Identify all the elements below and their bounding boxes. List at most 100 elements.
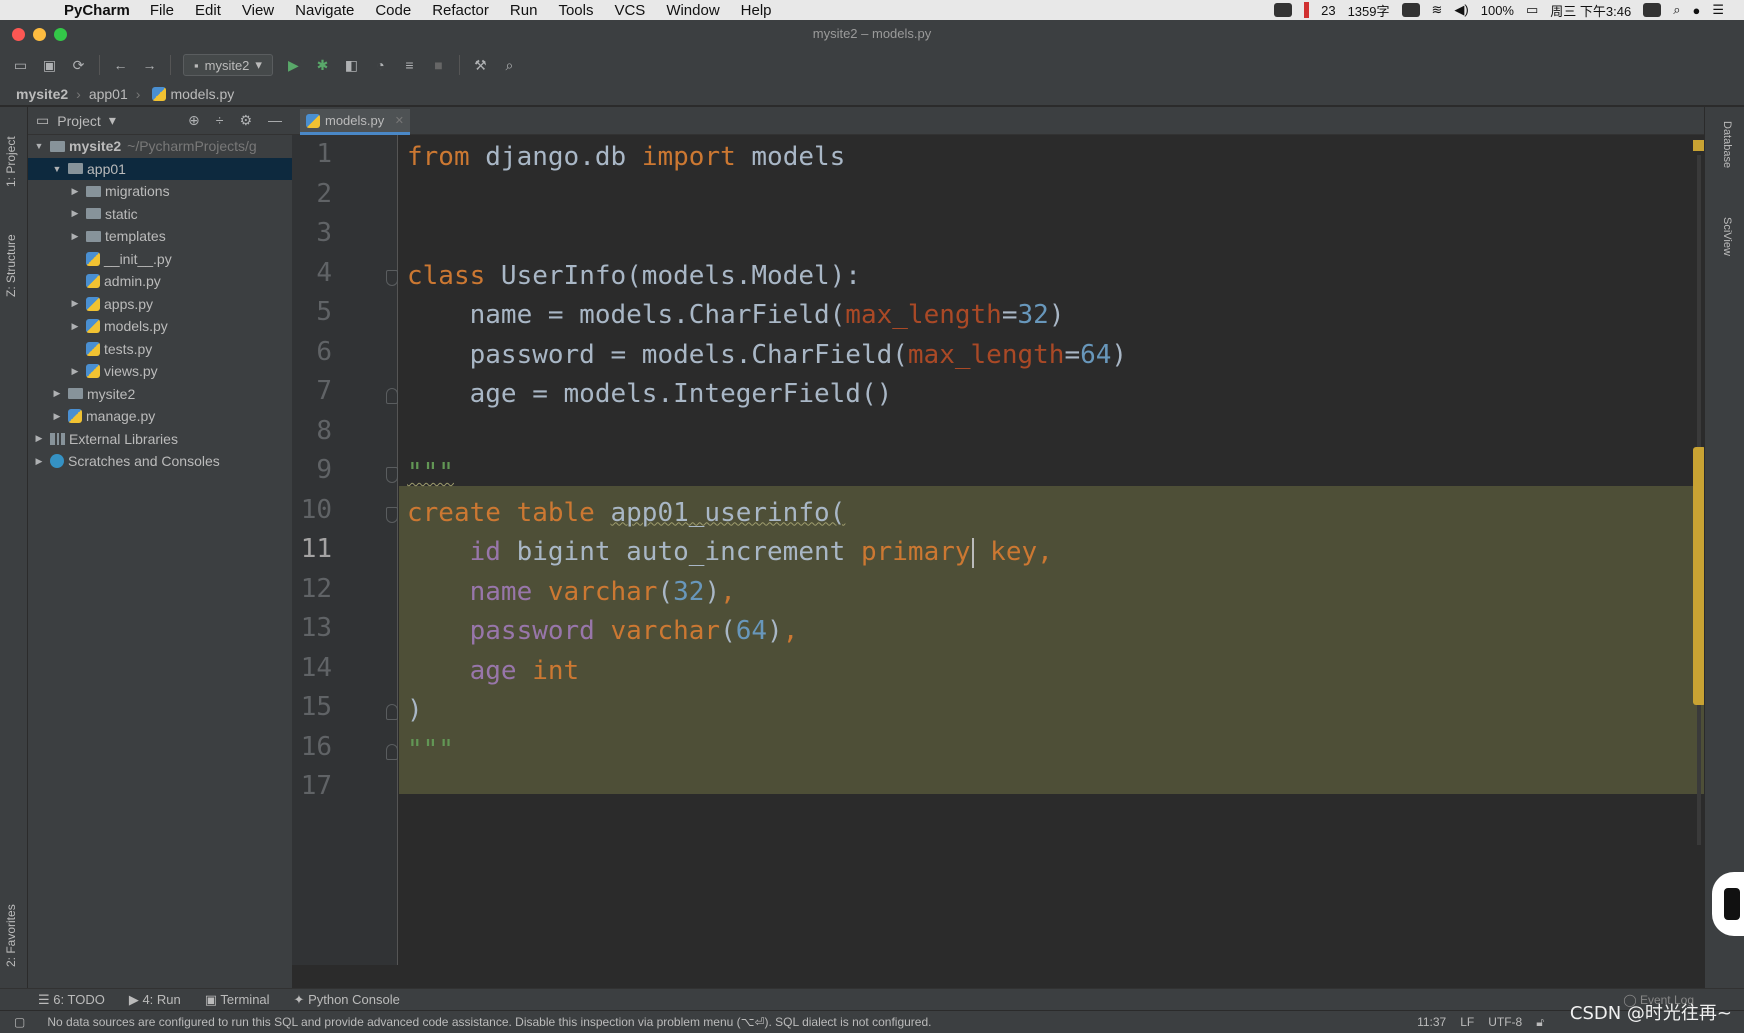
tree-item[interactable]: ▶ migrations xyxy=(28,180,292,203)
line-number[interactable]: 6 xyxy=(292,337,332,367)
tree-item[interactable]: ▶ static xyxy=(28,203,292,226)
stripe-tab-project[interactable]: 1: Project xyxy=(4,136,18,187)
menu-refactor[interactable]: Refactor xyxy=(432,2,489,19)
line-number[interactable]: 8 xyxy=(292,416,332,446)
line-number[interactable]: 13 xyxy=(292,613,332,643)
code-line[interactable]: name varchar(32), xyxy=(407,572,736,612)
code-line[interactable]: create table app01_userinfo( xyxy=(407,493,845,533)
code-line[interactable]: password = models.CharField(max_length=6… xyxy=(407,335,1127,375)
chevron-down-icon[interactable]: ▼ xyxy=(32,141,46,151)
breadcrumb-project[interactable]: mysite2 xyxy=(16,86,68,102)
chevron-right-icon[interactable]: ▶ xyxy=(68,186,82,197)
notification-center-icon[interactable]: ☰ xyxy=(1712,2,1724,18)
concurrency-icon[interactable]: ≡ xyxy=(401,57,418,74)
line-number[interactable]: 7 xyxy=(292,376,332,406)
apple-icon[interactable] xyxy=(28,1,46,19)
stop-icon[interactable]: ■ xyxy=(430,57,447,74)
tree-item[interactable]: ▶ mysite2 xyxy=(28,383,292,406)
tree-item[interactable]: ▶ Scratches and Consoles xyxy=(28,450,292,473)
menu-code[interactable]: Code xyxy=(375,2,411,19)
chevron-down-icon[interactable]: ▼ xyxy=(50,164,64,174)
project-view-select[interactable]: Project xyxy=(57,113,101,129)
forward-arrow-icon[interactable]: → xyxy=(141,57,158,74)
tree-item[interactable]: ▼ app01 xyxy=(28,157,292,180)
chevron-right-icon[interactable]: ▶ xyxy=(68,366,82,377)
back-arrow-icon[interactable]: ← xyxy=(112,57,129,74)
line-number[interactable]: 17 xyxy=(292,771,332,801)
tree-item[interactable]: tests.py xyxy=(28,338,292,361)
wrench-icon[interactable]: ⚒ xyxy=(472,57,489,74)
code-line[interactable]: age = models.IntegerField() xyxy=(407,374,893,414)
fold-marker-icon[interactable] xyxy=(386,467,398,483)
fold-marker-icon[interactable] xyxy=(386,388,398,404)
run-tool-button[interactable]: ▶ 4: Run xyxy=(129,992,181,1008)
file-encoding[interactable]: UTF-8 xyxy=(1488,1015,1522,1030)
menu-run[interactable]: Run xyxy=(510,2,538,19)
line-number[interactable]: 3 xyxy=(292,218,332,248)
chevron-right-icon[interactable]: ▶ xyxy=(32,456,46,467)
debug-icon[interactable]: ✱ xyxy=(314,57,331,74)
inspection-warning-icon[interactable] xyxy=(1693,140,1704,151)
battery-icon[interactable]: ▭ xyxy=(1526,2,1538,18)
coverage-icon[interactable]: ◧ xyxy=(343,57,360,74)
code-line[interactable]: name = models.CharField(max_length=32) xyxy=(407,295,1065,335)
chevron-right-icon[interactable]: ▶ xyxy=(68,208,82,219)
spotlight-icon[interactable]: ⌕ xyxy=(1673,2,1680,18)
chevron-right-icon[interactable]: ▶ xyxy=(50,411,64,422)
tree-item[interactable]: ▶ models.py xyxy=(28,315,292,338)
tray-app-icon[interactable] xyxy=(1401,3,1420,17)
caret-position[interactable]: 11:37 xyxy=(1417,1015,1446,1030)
code-line[interactable]: age int xyxy=(407,651,580,691)
python-console-tool-button[interactable]: ✦ Python Console xyxy=(294,992,400,1008)
line-separator[interactable]: LF xyxy=(1460,1015,1474,1030)
stripe-tab-database[interactable]: Database xyxy=(1721,121,1733,168)
code-line[interactable]: """ xyxy=(407,453,454,493)
menu-vcs[interactable]: VCS xyxy=(614,2,645,19)
status-message[interactable]: No data sources are configured to run th… xyxy=(47,1015,931,1029)
stripe-tab-favorites[interactable]: 2: Favorites xyxy=(4,904,18,967)
tray-badge[interactable]: 23 xyxy=(1321,3,1335,18)
tree-item[interactable]: ▶ templates xyxy=(28,225,292,248)
chevron-right-icon[interactable]: ▶ xyxy=(32,433,46,444)
terminal-tool-button[interactable]: ▣ Terminal xyxy=(205,992,270,1008)
siri-icon[interactable]: ● xyxy=(1692,3,1700,18)
close-icon[interactable]: ✕ xyxy=(395,114,404,127)
line-number[interactable]: 9 xyxy=(292,455,332,485)
fold-marker-icon[interactable] xyxy=(386,704,398,720)
code-line[interactable]: password varchar(64), xyxy=(407,611,799,651)
chevron-right-icon[interactable]: ▶ xyxy=(68,298,82,309)
tree-item[interactable]: ▶ apps.py xyxy=(28,293,292,316)
code-line[interactable]: ) xyxy=(407,690,423,730)
tool-window-toggle-icon[interactable]: ▢ xyxy=(14,1015,25,1029)
lock-icon[interactable]: 🔓︎ xyxy=(1536,1015,1544,1030)
menu-help[interactable]: Help xyxy=(741,2,772,19)
search-icon[interactable]: ⌕ xyxy=(501,57,518,74)
menu-tools[interactable]: Tools xyxy=(558,2,593,19)
line-number[interactable]: 4 xyxy=(292,258,332,288)
line-number[interactable]: 2 xyxy=(292,179,332,209)
tree-item[interactable]: ▶ views.py xyxy=(28,360,292,383)
tree-item[interactable]: __init__.py xyxy=(28,248,292,271)
line-number[interactable]: 14 xyxy=(292,653,332,683)
chevron-right-icon[interactable]: ▶ xyxy=(68,321,82,332)
locate-file-icon[interactable]: ⊕ xyxy=(188,112,200,129)
floating-widget[interactable] xyxy=(1712,872,1744,936)
menu-clock[interactable]: 周三 下午3:46 xyxy=(1550,1,1631,20)
run-configuration-select[interactable]: ▪ mysite2 ▾ xyxy=(183,54,273,76)
tray-record-icon[interactable] xyxy=(1304,2,1310,18)
gear-icon[interactable]: ⚙ xyxy=(239,112,252,129)
code-line[interactable]: id bigint auto_increment primary key, xyxy=(407,532,1053,572)
line-number[interactable]: 12 xyxy=(292,574,332,604)
collapse-all-icon[interactable]: ÷ xyxy=(216,112,224,129)
menu-edit[interactable]: Edit xyxy=(195,2,221,19)
tray-app-icon[interactable] xyxy=(1643,3,1662,17)
stripe-tab-sciview[interactable]: SciView xyxy=(1721,217,1733,256)
save-all-icon[interactable]: ▣ xyxy=(41,57,58,74)
code-line[interactable]: """ xyxy=(407,730,454,770)
volume-icon[interactable]: ◀) xyxy=(1454,2,1468,18)
run-icon[interactable]: ▶ xyxy=(285,57,302,74)
tree-item[interactable]: ▶ External Libraries xyxy=(28,428,292,451)
stripe-tab-structure[interactable]: Z: Structure xyxy=(4,234,18,297)
breadcrumb-folder[interactable]: app01 xyxy=(89,86,128,102)
wifi-icon[interactable]: ≋ xyxy=(1432,2,1443,18)
